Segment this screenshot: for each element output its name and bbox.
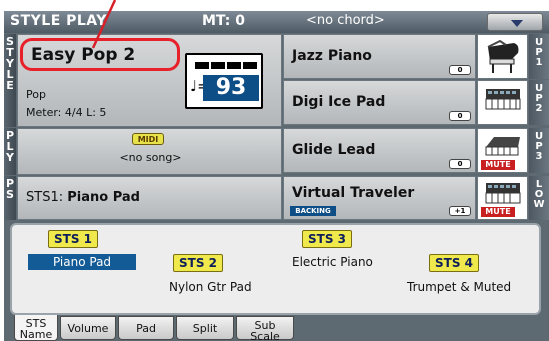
octave-badge: 0 <box>449 111 471 121</box>
mute-indicator: MUTE <box>481 160 515 170</box>
sts-area: STS 1 STS 2 STS 3 STS 4 Piano Pad Nylon … <box>10 223 541 315</box>
beat-indicator <box>227 62 241 69</box>
performance-panel[interactable]: STS1: Piano Pad <box>17 176 282 220</box>
tab-split[interactable]: Split <box>176 316 234 340</box>
octave-badge: +1 <box>449 206 471 216</box>
keyboard-synth-icon <box>485 183 521 204</box>
midi-badge: MIDI <box>132 133 164 145</box>
backing-badge: BACKING <box>290 206 336 216</box>
tab-sub-scale-label: Sub Scale <box>250 319 280 341</box>
sts-4-button[interactable]: STS 4 <box>429 254 479 272</box>
sts-1-button[interactable]: STS 1 <box>48 230 98 248</box>
song-name: <no song> <box>119 151 182 164</box>
tab-volume[interactable]: Volume <box>60 316 116 340</box>
tab-sts-name[interactable]: STS Name <box>14 315 58 341</box>
right-tab-up3[interactable]: UP3 <box>529 128 549 173</box>
tab-sub-scale[interactable]: Sub Scale <box>236 316 294 341</box>
tab-pad[interactable]: Pad <box>118 316 174 340</box>
tab-bar: STS Name Volume Pad Split Sub Scale <box>4 315 549 341</box>
right-tab-up1[interactable]: UP1 <box>529 34 549 79</box>
left-tab-ply[interactable]: PLY <box>4 128 16 175</box>
left-tab-ps-label: PS <box>5 177 15 201</box>
style-panel[interactable]: Easy Pop 2 Pop Meter: 4/4 L: 5 ♩= 93 <box>17 34 282 127</box>
mode-title: STYLE PLAY <box>10 13 107 29</box>
sts-performance-name: Piano Pad <box>67 190 140 205</box>
style-name: Easy Pop 2 <box>31 45 136 65</box>
sound-slot-upper1[interactable]: Jazz Piano 0 <box>283 34 476 79</box>
style-category: Pop <box>26 88 46 101</box>
style-name-highlight: Easy Pop 2 <box>20 38 180 71</box>
sound-slot-upper2[interactable]: Digi Ice Pad 0 <box>283 80 476 125</box>
tab-sts-name-label: STS Name <box>19 317 53 341</box>
title-bar: STYLE PLAY MT: 0 <no chord> <box>4 11 549 33</box>
song-panel[interactable]: MIDI <no song> <box>17 128 282 175</box>
tempo-value: 93 <box>203 75 259 101</box>
screen: STYLE PLAY MT: 0 <no chord> STYLE PLY PS… <box>0 0 549 341</box>
sound-slot-lower[interactable]: Virtual Traveler BACKING +1 <box>283 176 476 220</box>
sound-slot-upper3[interactable]: Glide Lead 0 <box>283 128 476 173</box>
mute-indicator: MUTE <box>481 207 515 217</box>
left-tab-ply-label: PLY <box>5 129 15 164</box>
style-meter: Meter: 4/4 L: 5 <box>26 106 107 119</box>
sound-name: Virtual Traveler <box>292 185 415 201</box>
beat-indicator <box>243 62 257 69</box>
sts-4-name[interactable]: Trumpet & Muted <box>407 280 511 294</box>
sts-performance-label: STS1: Piano Pad <box>26 190 140 205</box>
right-tab-up2-label: UP2 <box>534 83 544 114</box>
sts-3-button[interactable]: STS 3 <box>302 230 352 248</box>
right-tab-up2[interactable]: UP2 <box>529 80 549 125</box>
sts-1-name[interactable]: Piano Pad <box>28 254 136 270</box>
sound-name: Digi Ice Pad <box>292 94 386 110</box>
beat-indicator <box>195 62 209 69</box>
page-menu-button[interactable] <box>487 13 543 31</box>
tempo-display[interactable]: ♩= 93 <box>185 53 263 109</box>
arranger-display: STYLE PLAY MT: 0 <no chord> STYLE PLY PS… <box>4 11 549 341</box>
left-tab-style-label: STYLE <box>6 35 14 92</box>
sound-name: Glide Lead <box>292 142 376 158</box>
sound-icon-upper1[interactable] <box>477 34 528 79</box>
sound-icon-lower[interactable]: MUTE <box>477 176 528 220</box>
sts-2-button[interactable]: STS 2 <box>173 254 223 272</box>
left-tab-ps[interactable]: PS <box>4 176 16 220</box>
sts-3-name[interactable]: Electric Piano <box>292 255 373 269</box>
sound-icon-upper3[interactable]: MUTE <box>477 128 528 173</box>
chevron-down-icon <box>511 20 523 27</box>
right-tab-low[interactable]: LOW <box>529 176 549 220</box>
master-transpose: MT: 0 <box>202 13 245 29</box>
right-tab-up1-label: UP1 <box>534 37 544 68</box>
left-tab-style[interactable]: STYLE <box>4 34 16 127</box>
chord-display: <no chord> <box>306 13 385 28</box>
right-tab-up3-label: UP3 <box>534 131 544 162</box>
grand-piano-icon <box>487 39 519 73</box>
beat-indicator <box>211 62 225 69</box>
sound-name: Jazz Piano <box>292 48 372 64</box>
sts-prefix: STS1: <box>26 190 64 205</box>
sts-2-name[interactable]: Nylon Gtr Pad <box>169 280 252 294</box>
right-tab-low-label: LOW <box>533 179 545 210</box>
octave-badge: 0 <box>449 159 471 169</box>
keyboard-synth-icon <box>485 137 520 156</box>
keyboard-synth-icon <box>485 89 521 110</box>
sound-icon-upper2[interactable] <box>477 80 528 125</box>
octave-badge: 0 <box>449 65 471 75</box>
